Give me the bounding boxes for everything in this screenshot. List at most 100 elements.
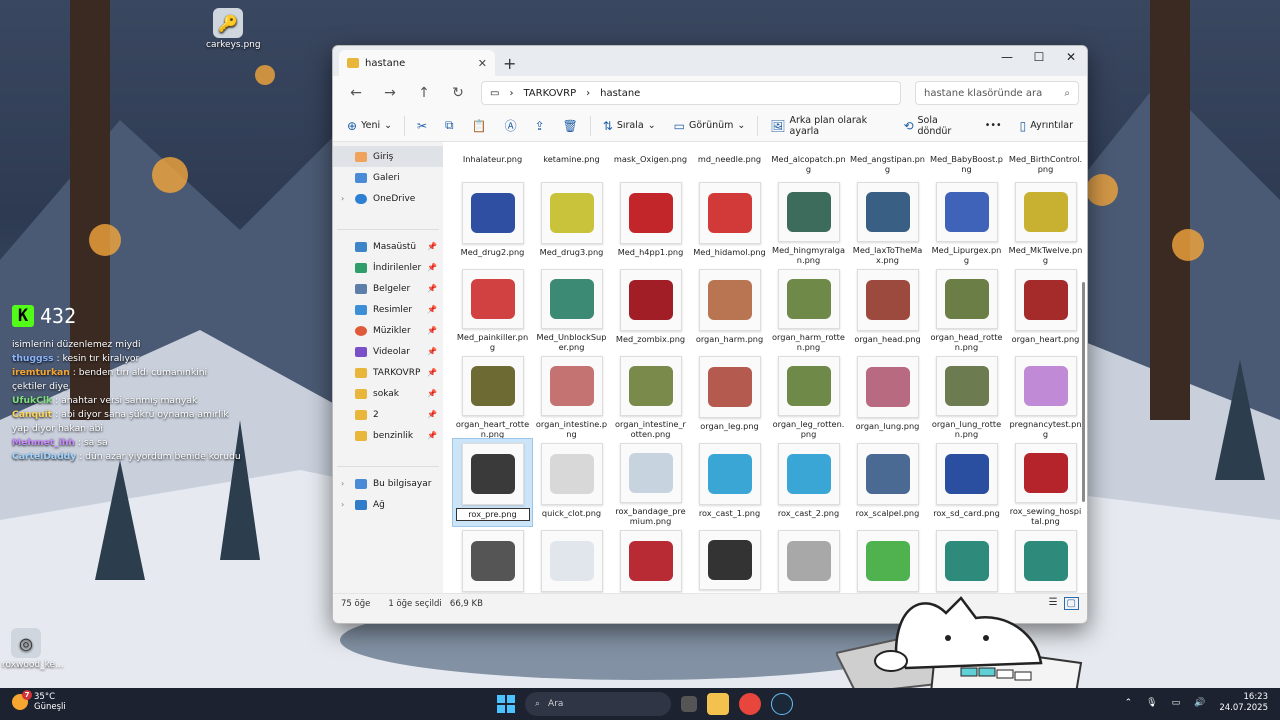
vertical-scrollbar[interactable] [1082,282,1085,502]
chrome-icon[interactable] [739,693,761,715]
desktop-icon-carkeys[interactable]: 🔑 carkeys.png [206,8,261,50]
file-item[interactable]: Med_drug3.png [532,178,611,265]
sort-button[interactable]: ⇅ Sırala ⌄ [597,114,662,138]
file-item[interactable]: Med_h4pp1.png [611,178,690,265]
close-window-button[interactable]: ✕ [1055,46,1087,68]
address-bar[interactable]: ▭ › TARKOVRP › hastane [481,81,901,105]
file-item[interactable]: quick_clot.png [532,439,611,526]
file-label-partial[interactable]: Med_angstipan.png [848,142,927,174]
file-item[interactable]: rox_tourniquet.png [690,526,769,593]
up-button[interactable]: ↑ [409,80,439,106]
file-item[interactable]: Med_MkTwelve.png [1006,178,1085,265]
taskbar-search[interactable]: ⌕ Ara [525,692,671,716]
cut-button[interactable]: ✂ [411,114,433,138]
breadcrumb-hastane[interactable]: hastane [600,88,640,99]
file-item[interactable]: rox_cast_2.png [769,439,848,526]
sidebar-item-2[interactable]: 2 📌 [333,404,443,425]
sidebar-item-sokak[interactable]: sokak 📌 [333,383,443,404]
microphone-icon[interactable]: 🎙 [1146,698,1157,708]
file-item[interactable]: organ_heart_rotten.png [453,352,532,439]
file-item[interactable]: rox_sewing_hospital.png [1006,439,1085,526]
file-item[interactable]: rox_tampon.png [532,526,611,593]
file-label-partial[interactable]: md_needle.png [690,142,769,174]
file-item[interactable]: rox_sd_card.png [927,439,1006,526]
refresh-button[interactable]: ↻ [443,80,473,106]
file-item[interactable]: organ_harm_rotten.png [769,265,848,352]
file-item[interactable]: rox_pre.png [452,438,533,527]
sidebar-item-documents[interactable]: Belgeler 📌 [333,278,443,299]
sidebar-item-home[interactable]: Giriş [333,146,443,167]
sidebar-item-videos[interactable]: Videolar 📌 [333,341,443,362]
file-item[interactable]: rox_testo.png [611,526,690,593]
file-label-partial[interactable]: Med_BirthControl.png [1006,142,1085,174]
sidebar-item-downloads[interactable]: İndirilenler 📌 [333,257,443,278]
sidebar-item-pictures[interactable]: Resimler 📌 [333,299,443,320]
share-button[interactable]: ⇪ [529,114,551,138]
maximize-button[interactable]: ☐ [1023,46,1055,68]
file-item[interactable]: organ_heart.png [1006,265,1085,352]
rename-button[interactable]: Ⓐ [499,114,523,138]
details-button[interactable]: ▯ Ayrıntılar [1014,114,1079,138]
file-label-partial[interactable]: mask_Oxigen.png [611,142,690,174]
start-button[interactable] [497,695,515,713]
file-item[interactable]: Med_Lipurgex.png [927,178,1006,265]
file-item[interactable]: organ_intestine.png [532,352,611,439]
delete-button[interactable]: 🗑 [557,114,584,138]
volume-icon[interactable]: 🔊 [1194,698,1205,708]
paste-button[interactable]: 📋 [466,114,493,138]
file-item[interactable]: Med_hingmyralgan.png [769,178,848,265]
file-item[interactable]: organ_head.png [848,265,927,352]
sidebar-item-desktop[interactable]: Masaüstü 📌 [333,236,443,257]
steam-icon[interactable] [771,693,793,715]
forward-button[interactable]: → [375,80,405,106]
file-item[interactable]: organ_leg.png [690,352,769,439]
search-input[interactable]: hastane klasöründe ara ⌕ [915,81,1079,105]
file-item[interactable]: Med_hidamol.png [690,178,769,265]
file-item[interactable]: organ_harm.png [690,265,769,352]
sidebar-item-tarkovrp[interactable]: TARKOVRP 📌 [333,362,443,383]
file-item[interactable]: organ_intestine_rotten.png [611,352,690,439]
file-item[interactable]: rox_stethes.png [453,526,532,593]
minimize-button[interactable]: — [991,46,1023,68]
sidebar-item-network[interactable]: › Ağ [333,494,443,515]
file-item[interactable]: rox_cast_1.png [690,439,769,526]
file-label-partial[interactable]: Inhalateur.png [453,142,532,174]
more-button[interactable]: ••• [979,114,1008,138]
file-item[interactable]: organ_head_rotten.png [927,265,1006,352]
file-label-partial[interactable]: ketamine.png [532,142,611,174]
rename-input[interactable]: rox_pre.png [455,508,530,521]
breadcrumb-tarkovrp[interactable]: TARKOVRP [523,88,576,99]
sidebar-item-this-pc[interactable]: › Bu bilgisayar [333,473,443,494]
view-button[interactable]: ▭ Görünüm ⌄ [668,114,752,138]
sidebar-item-gallery[interactable]: Galeri [333,167,443,188]
close-tab-icon[interactable]: ✕ [478,57,487,70]
clock[interactable]: 16:23 24.07.2025 [1219,692,1268,714]
file-item[interactable]: Med_zombix.png [611,265,690,352]
file-item[interactable]: organ_lung.png [848,352,927,439]
file-item[interactable]: rox_bandage_premium.png [611,439,690,526]
copy-button[interactable]: ⧉ [439,114,460,138]
file-item[interactable]: organ_lung_rotten.png [927,352,1006,439]
sidebar-item-onedrive[interactable]: › OneDrive [333,188,443,209]
file-label-partial[interactable]: Med_alcopatch.png [769,142,848,174]
new-button[interactable]: ⊕ Yeni ⌄ [341,114,398,138]
file-item[interactable]: rox_scalpel.png [848,439,927,526]
file-item[interactable]: Med_painkiller.png [453,265,532,352]
set-background-button[interactable]: 🖼 Arka plan olarak ayarla [764,114,891,138]
file-explorer-taskbar-icon[interactable] [707,693,729,715]
weather-widget[interactable]: 7 35°C Güneşli [12,690,66,712]
file-label-partial[interactable]: Med_BabyBoost.png [927,142,1006,174]
task-view-icon[interactable] [681,696,697,712]
file-item[interactable]: Med_UnblockSuper.png [532,265,611,352]
rotate-left-button[interactable]: ⟲ Sola döndür [897,114,972,138]
file-item[interactable]: Med_drug2.png [453,178,532,265]
file-item[interactable]: organ_leg_rotten.png [769,352,848,439]
tab-hastane[interactable]: hastane ✕ [339,50,495,76]
chevron-up-icon[interactable]: ⌃ [1125,698,1133,708]
desktop-icon-roxwood[interactable]: ◎ roxwood_ke... [2,628,64,670]
back-button[interactable]: ← [341,80,371,106]
network-icon[interactable]: ▭ [1172,698,1181,708]
new-tab-button[interactable]: + [503,50,516,76]
sidebar-item-benzinlik[interactable]: benzinlik 📌 [333,425,443,446]
file-item[interactable]: Med_laxToTheMax.png [848,178,927,265]
